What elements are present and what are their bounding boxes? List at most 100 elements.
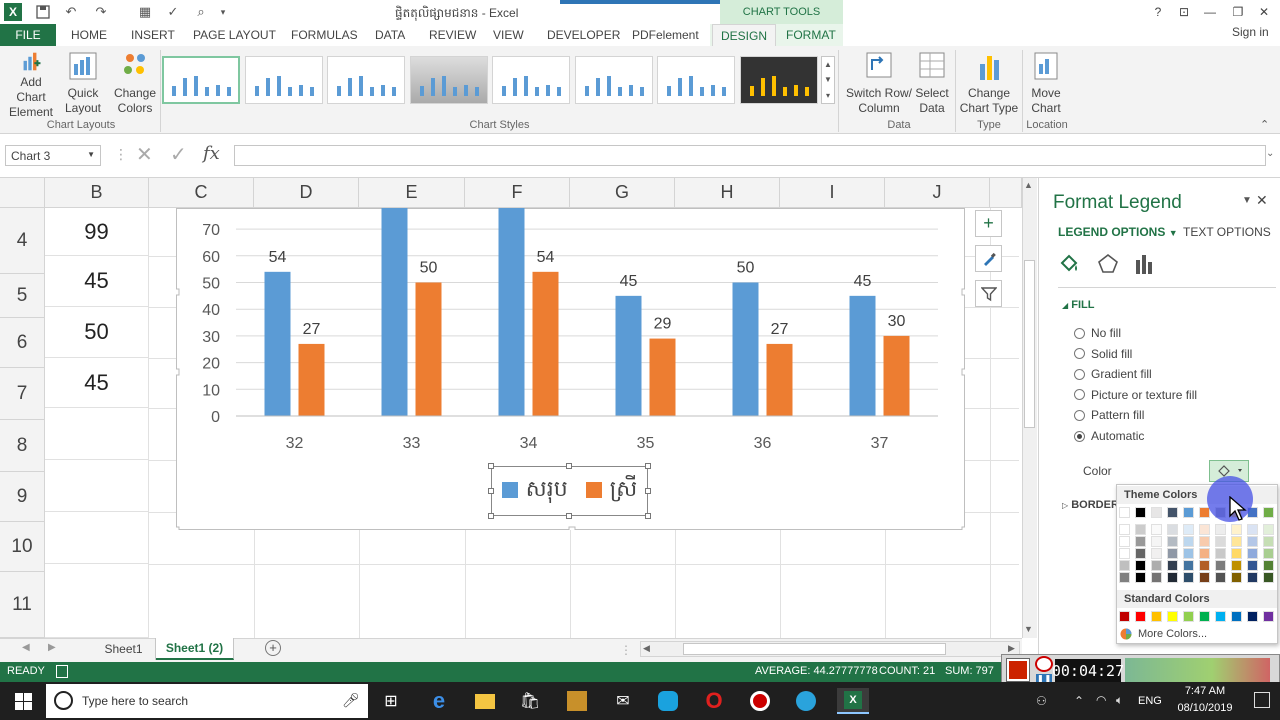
file-explorer-icon[interactable]: [472, 688, 498, 714]
theme-color-swatch[interactable]: [1151, 572, 1162, 583]
theme-color-swatch[interactable]: [1215, 548, 1226, 559]
task-view-icon[interactable]: ⊞: [378, 688, 404, 714]
theme-color-swatch[interactable]: [1215, 560, 1226, 571]
people-icon[interactable]: ⚇: [1036, 694, 1047, 708]
sheet-next-icon[interactable]: ▶: [48, 642, 56, 653]
cell-b11[interactable]: [45, 564, 149, 638]
cell-b8[interactable]: [45, 408, 149, 460]
theme-color-swatch[interactable]: [1135, 524, 1146, 535]
column-header-i[interactable]: I: [780, 178, 885, 208]
theme-color-swatch[interactable]: [1135, 536, 1146, 547]
tab-page-layout[interactable]: PAGE LAYOUT: [185, 24, 284, 46]
fill-line-bucket-icon[interactable]: [1058, 252, 1082, 276]
print-preview-icon[interactable]: ⌕: [192, 3, 210, 21]
legend-entry-total[interactable]: សរុប: [501, 475, 568, 507]
chart-style-thumb-3[interactable]: [327, 56, 405, 104]
enter-icon[interactable]: ✓: [170, 142, 187, 167]
more-colors-item[interactable]: More Colors...: [1120, 628, 1207, 640]
legend-resize-handle[interactable]: [645, 513, 651, 519]
standard-color-swatch[interactable]: [1215, 611, 1226, 622]
scroll-right-icon[interactable]: ▶: [1008, 643, 1015, 654]
row-header[interactable]: 9: [0, 472, 45, 522]
language-indicator[interactable]: ENG: [1138, 695, 1162, 707]
new-sheet-plus-icon[interactable]: +: [265, 640, 281, 656]
radio-button[interactable]: [1074, 327, 1085, 339]
pane-close-icon[interactable]: ✕: [1256, 192, 1268, 209]
sheet-tab-sheet1-2[interactable]: Sheet1 (2): [156, 638, 234, 660]
standard-color-swatch[interactable]: [1119, 611, 1130, 622]
column-header-h[interactable]: H: [675, 178, 780, 208]
tab-review[interactable]: REVIEW: [421, 24, 484, 46]
standard-color-swatch[interactable]: [1199, 611, 1210, 622]
close-icon[interactable]: ✕: [1252, 2, 1276, 22]
theme-color-swatch[interactable]: [1183, 548, 1194, 559]
theme-color-swatch[interactable]: [1231, 536, 1242, 547]
chart-style-thumb-2[interactable]: [245, 56, 323, 104]
theme-color-swatch[interactable]: [1183, 536, 1194, 547]
telegram-icon[interactable]: [793, 688, 819, 714]
column-header-c[interactable]: C: [149, 178, 254, 208]
pane-options-dropdown-icon[interactable]: ▼: [1242, 195, 1252, 206]
theme-color-swatch[interactable]: [1263, 560, 1274, 571]
theme-color-swatch[interactable]: [1263, 524, 1274, 535]
theme-color-swatch[interactable]: [1119, 524, 1130, 535]
expand-formula-bar-icon[interactable]: ⌄: [1266, 148, 1274, 159]
customize-qat-icon[interactable]: ▾: [214, 3, 232, 21]
legend-resize-handle[interactable]: [488, 463, 494, 469]
cell-b6[interactable]: 50: [45, 307, 149, 358]
opera-browser-icon[interactable]: O: [701, 688, 727, 714]
scroll-up-icon[interactable]: ▲: [1024, 180, 1033, 190]
ribbon-display-icon[interactable]: ⊡: [1172, 2, 1196, 22]
column-header-g[interactable]: G: [570, 178, 675, 208]
legend-resize-handle[interactable]: [566, 463, 572, 469]
row-header[interactable]: 4: [0, 208, 45, 274]
select-data-button[interactable]: Select Data: [912, 50, 952, 120]
standard-color-swatch[interactable]: [1151, 611, 1162, 622]
select-all-corner[interactable]: [0, 178, 45, 208]
taskbar-search-box[interactable]: Type here to search: [46, 684, 368, 718]
standard-color-swatch[interactable]: [1247, 611, 1258, 622]
theme-color-swatch[interactable]: [1263, 536, 1274, 547]
sheet-prev-icon[interactable]: ◀: [22, 642, 30, 653]
switch-row-column-button[interactable]: Switch Row/ Column: [844, 50, 914, 120]
radio-button[interactable]: [1074, 368, 1085, 380]
standard-color-swatch[interactable]: [1167, 611, 1178, 622]
theme-color-swatch[interactable]: [1119, 572, 1130, 583]
standard-color-swatch[interactable]: [1183, 611, 1194, 622]
chart-filters-funnel-icon[interactable]: [975, 280, 1002, 307]
chart-styles-brush-icon[interactable]: [975, 245, 1002, 272]
tab-legend-options[interactable]: LEGEND OPTIONS ▼: [1058, 225, 1178, 239]
clock-date[interactable]: 08/10/2019: [1170, 702, 1240, 714]
legend-resize-handle[interactable]: [645, 488, 651, 494]
legend-entry-female[interactable]: ស្រី: [585, 475, 637, 507]
fill-option-no-fill[interactable]: No fill: [1074, 326, 1121, 340]
theme-color-swatch[interactable]: [1231, 524, 1242, 535]
cell-b7[interactable]: 45: [45, 358, 149, 408]
store-icon[interactable]: 🛍︎: [517, 688, 543, 714]
show-hidden-icons[interactable]: ⌃: [1074, 694, 1084, 708]
cell-b5[interactable]: 45: [45, 256, 149, 307]
tab-data[interactable]: DATA: [367, 24, 413, 46]
radio-button[interactable]: [1074, 348, 1085, 360]
edge-browser-icon[interactable]: e: [426, 688, 452, 714]
row-header[interactable]: 5: [0, 274, 45, 318]
theme-color-swatch[interactable]: [1231, 572, 1242, 583]
app-icon[interactable]: [564, 688, 590, 714]
tab-home[interactable]: HOME: [63, 24, 115, 46]
wifi-icon[interactable]: ◠: [1096, 693, 1106, 707]
excel-taskbar-icon[interactable]: X: [837, 688, 869, 714]
column-header-f[interactable]: F: [465, 178, 570, 208]
spelling-icon[interactable]: ✓: [164, 3, 182, 21]
quick-print-icon[interactable]: ▦: [136, 3, 154, 21]
fill-option-automatic[interactable]: Automatic: [1074, 429, 1144, 443]
theme-color-swatch[interactable]: [1247, 524, 1258, 535]
theme-color-swatch[interactable]: [1119, 536, 1130, 547]
tab-design[interactable]: DESIGN: [712, 24, 777, 46]
undo-icon[interactable]: ↶: [62, 3, 80, 21]
theme-color-swatch[interactable]: [1119, 560, 1130, 571]
legend-resize-handle[interactable]: [566, 513, 572, 519]
column-header-e[interactable]: E: [359, 178, 465, 208]
theme-color-swatch[interactable]: [1215, 572, 1226, 583]
chart-elements-plus-icon[interactable]: +: [975, 210, 1002, 237]
tab-formulas[interactable]: FORMULAS: [283, 24, 366, 46]
